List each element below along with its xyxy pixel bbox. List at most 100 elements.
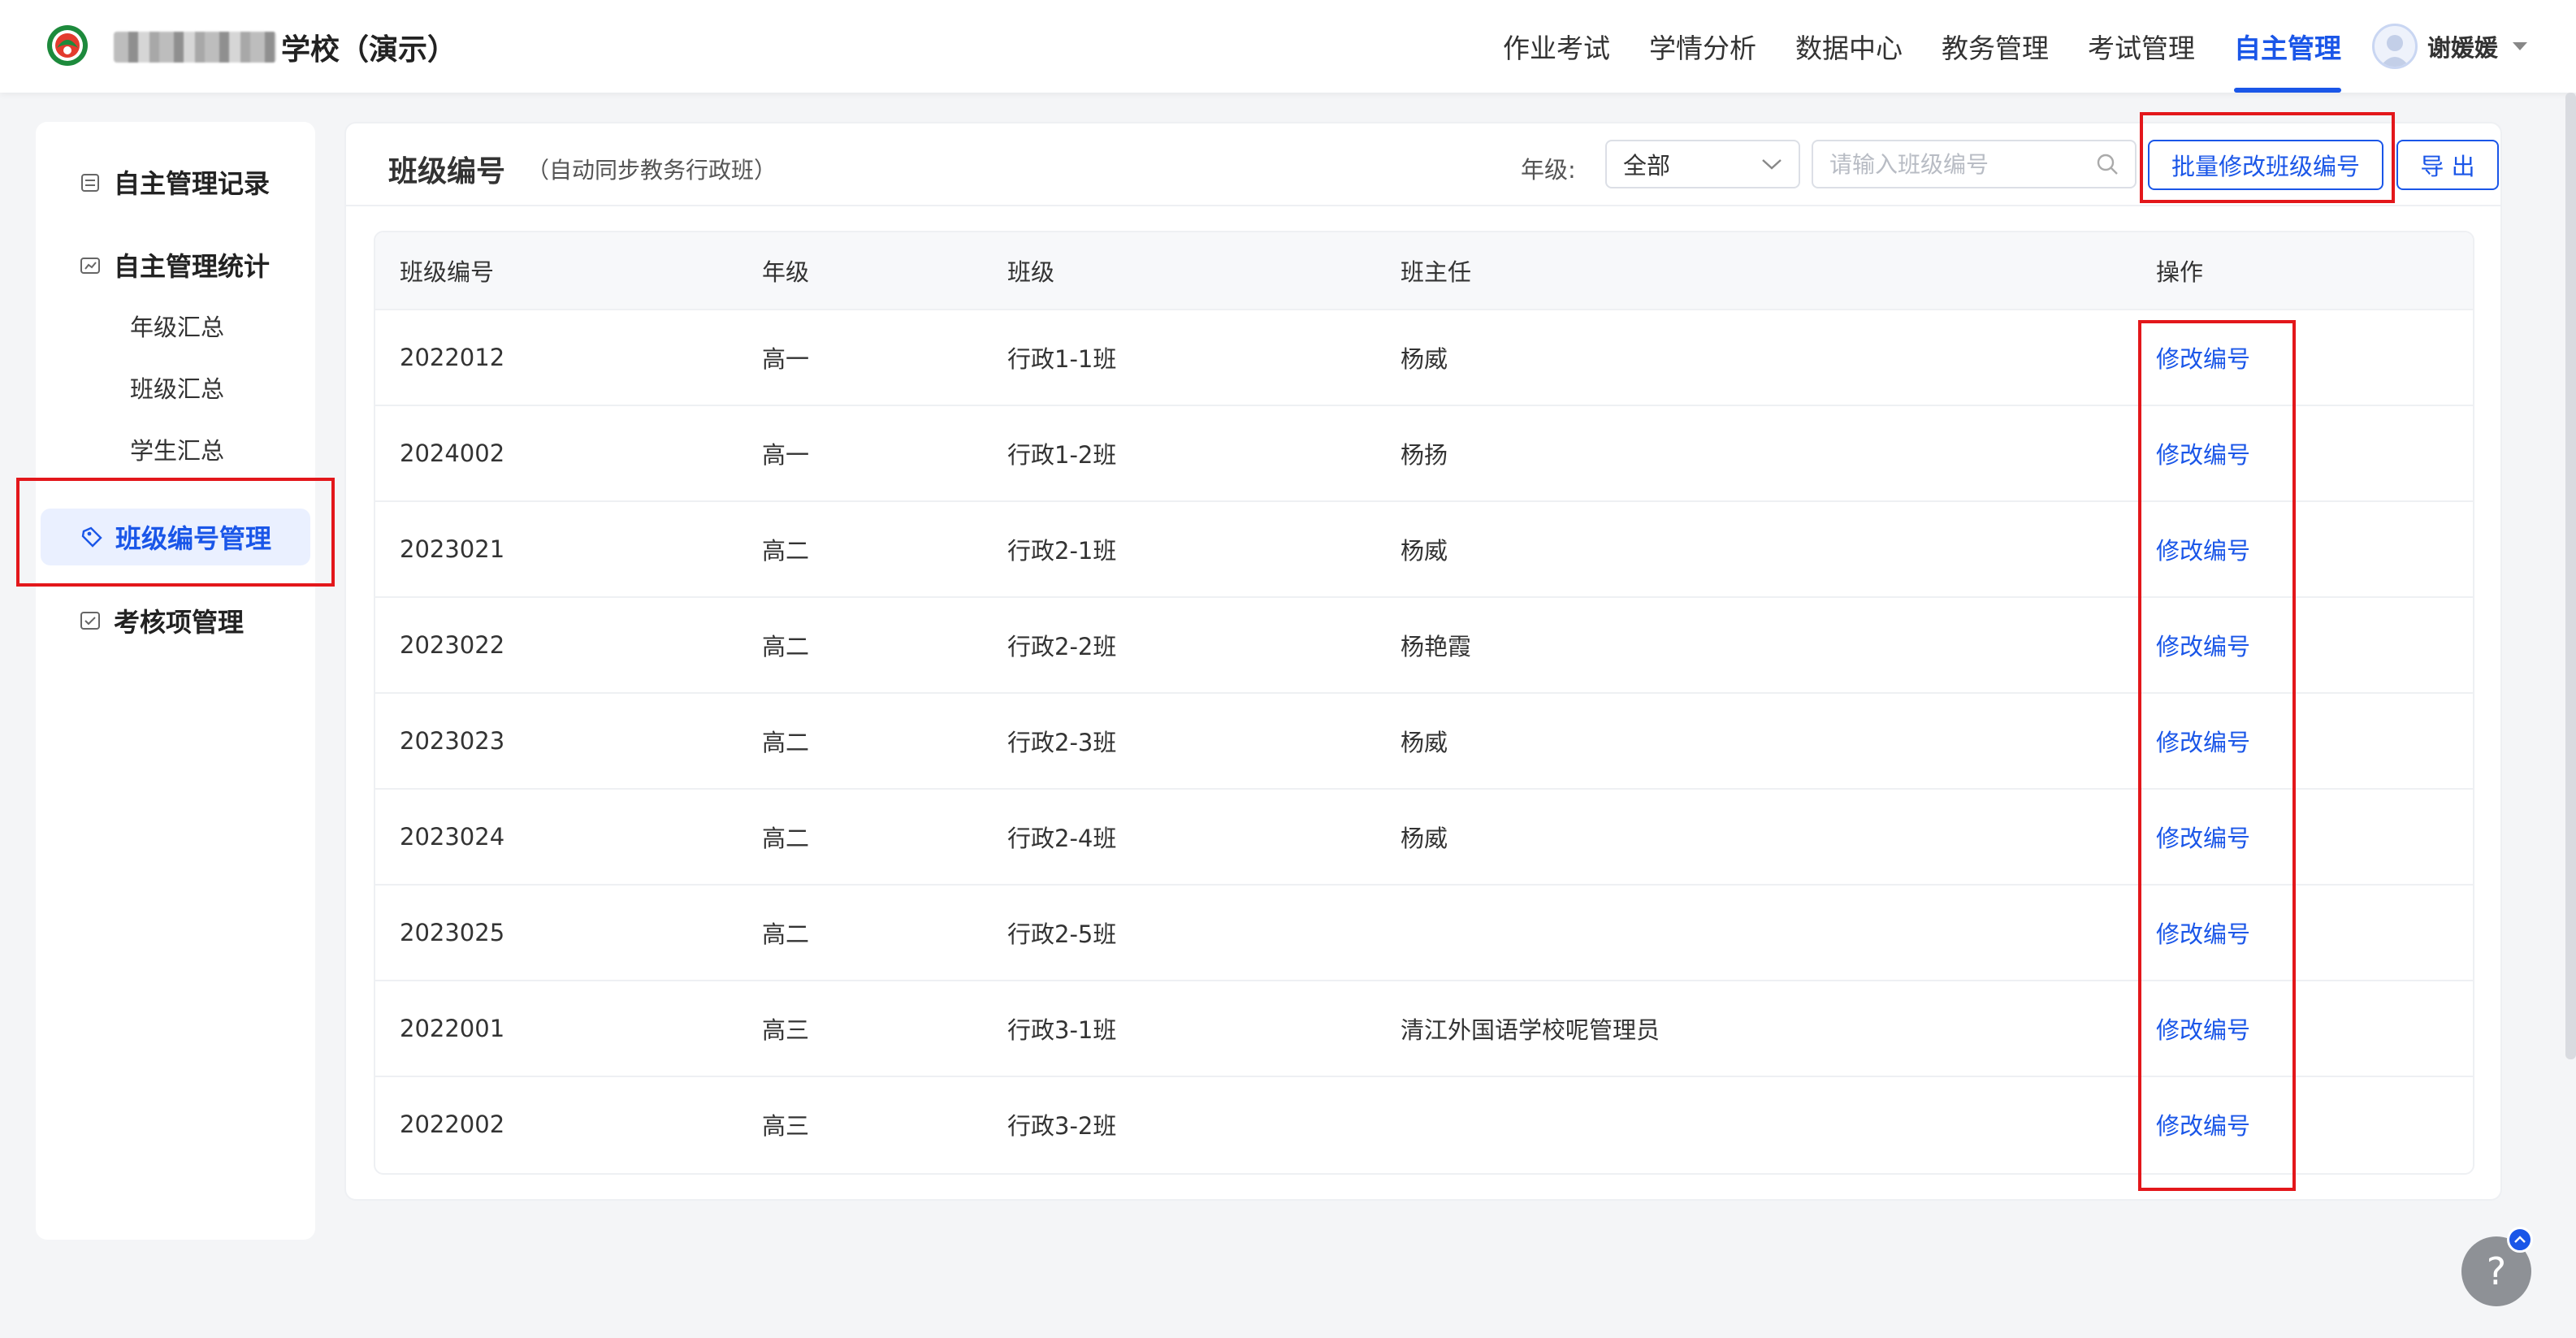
table-row: 2022012 高一 行政1-1班 杨威 修改编号 bbox=[375, 309, 2473, 405]
cell-grade: 高一 bbox=[762, 345, 810, 373]
table-row: 2024002 高一 行政1-2班 杨扬 修改编号 bbox=[375, 405, 2473, 500]
table-body: 2022012 高一 行政1-1班 杨威 修改编号 2024002 高一 行政1-2班 杨扬 修改… bbox=[375, 309, 2473, 1171]
sidebar-item-grade-summary[interactable]: 年级汇总 bbox=[130, 309, 224, 343]
tag-icon bbox=[81, 526, 102, 548]
page-scrollbar[interactable] bbox=[2565, 93, 2576, 1059]
nav-data-center[interactable]: 数据中心 bbox=[1795, 0, 1903, 93]
col-header-code: 班级编号 bbox=[400, 258, 495, 286]
grade-select[interactable]: 全部 bbox=[1605, 140, 1800, 188]
table-row: 2022002 高三 行政3-2班 修改编号 bbox=[375, 1076, 2473, 1171]
cell-code: 2023023 bbox=[400, 727, 505, 755]
sidebar-item-label: 自主管理统计 bbox=[114, 251, 271, 282]
sidebar-item-record[interactable]: 自主管理记录 bbox=[78, 158, 270, 206]
col-header-grade: 年级 bbox=[762, 258, 810, 286]
cell-code: 2022001 bbox=[400, 1015, 505, 1042]
cell-grade: 高二 bbox=[762, 537, 810, 565]
top-header: 学校（演示） 作业考试 学情分析 数据中心 教务管理 考试管理 自主管理 谢媛媛 bbox=[0, 0, 2576, 93]
cell-code: 2024002 bbox=[400, 440, 505, 467]
nav-homework-exam[interactable]: 作业考试 bbox=[1503, 0, 1610, 93]
nav-self-management[interactable]: 自主管理 bbox=[2234, 0, 2341, 93]
cell-code: 2022002 bbox=[400, 1111, 505, 1138]
page-subtitle: （自动同步教务行政班） bbox=[526, 157, 777, 184]
sidebar-item-assessment[interactable]: 考核项管理 bbox=[78, 596, 244, 645]
main-panel: 班级编号 （自动同步教务行政班） 年级: 全部 批量修改班级编号 导 出 班级编… bbox=[344, 122, 2502, 1201]
cell-grade: 高二 bbox=[762, 825, 810, 852]
record-icon bbox=[81, 174, 99, 192]
cell-teacher: 杨威 bbox=[1401, 345, 1448, 373]
table-header: 班级编号 年级 班级 班主任 操作 bbox=[375, 232, 2473, 309]
cell-code: 2023021 bbox=[400, 535, 505, 563]
edit-code-link[interactable]: 修改编号 bbox=[2156, 436, 2250, 470]
edit-code-link[interactable]: 修改编号 bbox=[2156, 628, 2250, 662]
table-row: 2023021 高二 行政2-1班 杨威 修改编号 bbox=[375, 500, 2473, 596]
scroll-top-icon[interactable] bbox=[2507, 1227, 2533, 1253]
edit-code-link[interactable]: 修改编号 bbox=[2156, 820, 2250, 854]
table-row: 2023022 高二 行政2-2班 杨艳霞 修改编号 bbox=[375, 596, 2473, 692]
col-header-teacher: 班主任 bbox=[1401, 258, 1472, 286]
chevron-up-icon bbox=[2514, 1236, 2526, 1243]
table-row: 2023025 高二 行政2-5班 修改编号 bbox=[375, 884, 2473, 980]
nav-learning-analysis[interactable]: 学情分析 bbox=[1649, 0, 1756, 93]
cell-class: 行政2-2班 bbox=[1007, 633, 1117, 660]
user-avatar-icon bbox=[2380, 35, 2409, 67]
cell-grade: 高二 bbox=[762, 920, 810, 948]
class-code-table: 班级编号 年级 班级 班主任 操作 2022012 高一 行政1-1班 杨威 修改编号 2… bbox=[374, 231, 2474, 1175]
school-logo-icon bbox=[47, 25, 88, 66]
cell-teacher: 杨威 bbox=[1401, 729, 1448, 756]
nav-academic-affairs[interactable]: 教务管理 bbox=[1942, 0, 2049, 93]
cell-code: 2023025 bbox=[400, 919, 505, 946]
export-button[interactable]: 导 出 bbox=[2396, 140, 2499, 190]
cell-teacher: 清江外国语学校呢管理员 bbox=[1401, 1016, 1660, 1044]
sidebar-item-class-summary[interactable]: 班级汇总 bbox=[130, 370, 224, 405]
user-menu[interactable]: 谢媛媛 bbox=[2372, 21, 2528, 71]
class-code-search-input[interactable] bbox=[1829, 150, 2096, 178]
edit-code-link[interactable]: 修改编号 bbox=[2156, 532, 2250, 566]
cell-grade: 高三 bbox=[762, 1112, 810, 1140]
sidebar-item-stats[interactable]: 自主管理统计 bbox=[78, 240, 270, 289]
table-row: 2023024 高二 行政2-4班 杨威 修改编号 bbox=[375, 788, 2473, 884]
cell-code: 2023022 bbox=[400, 631, 505, 659]
sidebar-item-class-code[interactable]: 班级编号管理 bbox=[41, 509, 310, 565]
stats-icon bbox=[80, 258, 100, 274]
sidebar-item-student-summary[interactable]: 学生汇总 bbox=[130, 432, 224, 466]
edit-code-link[interactable]: 修改编号 bbox=[2156, 724, 2250, 758]
cell-grade: 高一 bbox=[762, 441, 810, 469]
cell-class: 行政2-5班 bbox=[1007, 920, 1117, 948]
edit-code-link[interactable]: 修改编号 bbox=[2156, 916, 2250, 950]
cell-grade: 高二 bbox=[762, 729, 810, 756]
col-header-class: 班级 bbox=[1007, 258, 1055, 286]
sidebar: 自主管理记录 自主管理统计 年级汇总 班级汇总 学生汇总 班级编号管理 考核项管… bbox=[36, 122, 315, 1240]
batch-edit-code-button[interactable]: 批量修改班级编号 bbox=[2148, 140, 2383, 190]
avatar bbox=[2372, 24, 2418, 69]
sidebar-item-label: 班级编号管理 bbox=[115, 523, 272, 554]
table-row: 2022001 高三 行政3-1班 清江外国语学校呢管理员 修改编号 bbox=[375, 980, 2473, 1076]
cell-grade: 高二 bbox=[762, 633, 810, 660]
cell-class: 行政2-4班 bbox=[1007, 825, 1117, 852]
edit-code-link[interactable]: 修改编号 bbox=[2156, 1107, 2250, 1141]
grade-select-value: 全部 bbox=[1623, 152, 1671, 180]
cell-code: 2022012 bbox=[400, 344, 505, 371]
nav-exam-management[interactable]: 考试管理 bbox=[2088, 0, 2195, 93]
cell-class: 行政3-2班 bbox=[1007, 1112, 1117, 1140]
search-icon[interactable] bbox=[2096, 153, 2119, 175]
cell-teacher: 杨扬 bbox=[1401, 441, 1448, 469]
cell-grade: 高三 bbox=[762, 1016, 810, 1044]
edit-code-link[interactable]: 修改编号 bbox=[2156, 1011, 2250, 1046]
cell-class: 行政1-2班 bbox=[1007, 441, 1117, 469]
cell-teacher: 杨威 bbox=[1401, 537, 1448, 565]
cell-class: 行政1-1班 bbox=[1007, 345, 1117, 373]
cell-class: 行政2-3班 bbox=[1007, 729, 1117, 756]
school-name-suffix: 学校（演示） bbox=[281, 33, 457, 67]
col-header-action: 操作 bbox=[2156, 258, 2204, 286]
grade-filter-label: 年级: bbox=[1521, 156, 1576, 184]
school-name: 学校（演示） bbox=[114, 24, 457, 70]
cell-teacher: 杨威 bbox=[1401, 825, 1448, 852]
edit-code-link[interactable]: 修改编号 bbox=[2156, 340, 2250, 375]
search-box bbox=[1812, 140, 2137, 188]
divider bbox=[346, 205, 2500, 206]
blurred-school-name bbox=[114, 32, 276, 63]
main-nav: 作业考试 学情分析 数据中心 教务管理 考试管理 自主管理 bbox=[1503, 0, 2380, 93]
cell-teacher: 杨艳霞 bbox=[1401, 633, 1472, 660]
sidebar-item-label: 自主管理记录 bbox=[114, 168, 271, 199]
table-row: 2023023 高二 行政2-3班 杨威 修改编号 bbox=[375, 692, 2473, 788]
